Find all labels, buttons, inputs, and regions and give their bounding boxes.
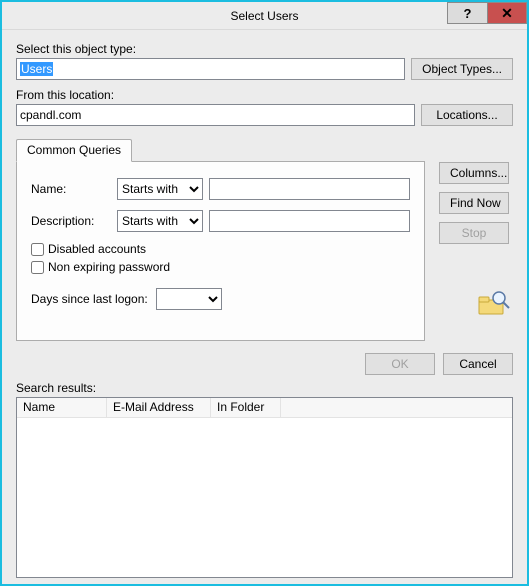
search-results-list[interactable]: Name E-Mail Address In Folder <box>16 397 513 578</box>
select-users-dialog: Select Users ? ✕ Select this object type… <box>0 0 529 586</box>
locations-button[interactable]: Locations... <box>421 104 513 126</box>
name-label: Name: <box>31 182 111 196</box>
search-results-label: Search results: <box>16 381 513 395</box>
tab-common-queries[interactable]: Common Queries <box>16 139 132 162</box>
window-title: Select Users <box>230 9 298 23</box>
title-bar: Select Users ? ✕ <box>2 2 527 30</box>
description-label: Description: <box>31 214 111 228</box>
ok-button[interactable]: OK <box>365 353 435 375</box>
non-expiring-password-checkbox[interactable] <box>31 261 44 274</box>
close-button[interactable]: ✕ <box>487 2 527 24</box>
columns-button[interactable]: Columns... <box>439 162 509 184</box>
column-header-email[interactable]: E-Mail Address <box>107 398 211 417</box>
non-expiring-password-label: Non expiring password <box>48 260 170 274</box>
common-queries-panel: Name: Starts with Description: Starts wi… <box>16 161 425 341</box>
results-body <box>17 418 512 577</box>
description-match-combo[interactable]: Starts with <box>117 210 203 232</box>
object-types-button[interactable]: Object Types... <box>411 58 513 80</box>
find-now-button[interactable]: Find Now <box>439 192 509 214</box>
disabled-accounts-label: Disabled accounts <box>48 242 146 256</box>
column-header-folder[interactable]: In Folder <box>211 398 281 417</box>
column-header-spacer <box>281 398 512 417</box>
object-type-label: Select this object type: <box>16 42 513 56</box>
location-value: cpandl.com <box>20 108 81 122</box>
days-since-logon-combo[interactable] <box>156 288 222 310</box>
client-area: Select this object type: Users Object Ty… <box>2 30 527 584</box>
name-input[interactable] <box>209 178 410 200</box>
titlebar-buttons: ? ✕ <box>447 2 527 24</box>
search-folder-icon <box>473 288 513 318</box>
object-type-field[interactable]: Users <box>16 58 405 80</box>
description-input[interactable] <box>209 210 410 232</box>
location-field[interactable]: cpandl.com <box>16 104 415 126</box>
days-since-logon-label: Days since last logon: <box>31 292 148 306</box>
stop-button[interactable]: Stop <box>439 222 509 244</box>
cancel-button[interactable]: Cancel <box>443 353 513 375</box>
column-header-name[interactable]: Name <box>17 398 107 417</box>
results-header: Name E-Mail Address In Folder <box>17 398 512 418</box>
name-match-combo[interactable]: Starts with <box>117 178 203 200</box>
disabled-accounts-checkbox[interactable] <box>31 243 44 256</box>
location-label: From this location: <box>16 88 513 102</box>
help-button[interactable]: ? <box>447 2 487 24</box>
object-type-value: Users <box>20 62 53 76</box>
